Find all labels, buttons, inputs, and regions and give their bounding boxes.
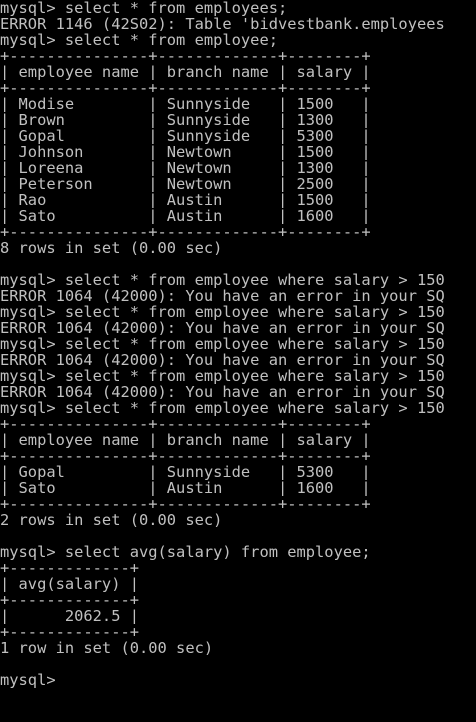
terminal-line: | 2062.5 | bbox=[0, 608, 139, 624]
terminal-line: ERROR 1064 (42000): You have an error in… bbox=[0, 384, 445, 400]
terminal-line: +---------------+-------------+--------+ bbox=[0, 224, 371, 240]
terminal-line: mysql> select * from employee where sala… bbox=[0, 368, 445, 384]
terminal-line: mysql> select * from employee; bbox=[0, 32, 278, 48]
terminal-line: +---------------+-------------+--------+ bbox=[0, 416, 371, 432]
terminal-line: | employee_name | branch_name | salary | bbox=[0, 432, 371, 448]
terminal-line: 1 row in set (0.00 sec) bbox=[0, 640, 214, 656]
terminal-line: +---------------+-------------+--------+ bbox=[0, 496, 371, 512]
terminal-line: mysql> select * from employee where sala… bbox=[0, 400, 445, 416]
prompt-line[interactable]: mysql> bbox=[0, 672, 476, 688]
terminal-line: | Brown | Sunnyside | 1300 | bbox=[0, 112, 371, 128]
terminal-line: mysql> select avg(salary) from employee; bbox=[0, 544, 371, 560]
terminal-line: ERROR 1064 (42000): You have an error in… bbox=[0, 288, 445, 304]
terminal-line: | Sato | Austin | 1600 | bbox=[0, 480, 371, 496]
terminal-output: mysql> select * from employees; ERROR 114… bbox=[0, 0, 476, 688]
terminal-window[interactable]: mysql> select * from employees; ERROR 114… bbox=[0, 0, 476, 722]
terminal-line: mysql> select * from employees; bbox=[0, 0, 288, 16]
terminal-line: mysql> select * from employee where sala… bbox=[0, 336, 445, 352]
terminal-line: | Modise | Sunnyside | 1500 | bbox=[0, 96, 371, 112]
terminal-line: | Rao | Austin | 1500 | bbox=[0, 192, 371, 208]
terminal-line: 8 rows in set (0.00 sec) bbox=[0, 240, 223, 256]
terminal-line: | Loreena | Newtown | 1300 | bbox=[0, 160, 371, 176]
terminal-line: | Sato | Austin | 1600 | bbox=[0, 208, 371, 224]
terminal-line: +-------------+ bbox=[0, 560, 139, 576]
terminal-line: | employee_name | branch_name | salary | bbox=[0, 64, 371, 80]
terminal-line: | Gopal | Sunnyside | 5300 | bbox=[0, 128, 371, 144]
terminal-line: | Gopal | Sunnyside | 5300 | bbox=[0, 464, 371, 480]
terminal-line: +---------------+-------------+--------+ bbox=[0, 80, 371, 96]
terminal-line: | Johnson | Newtown | 1500 | bbox=[0, 144, 371, 160]
terminal-line: | Peterson | Newtown | 2500 | bbox=[0, 176, 371, 192]
terminal-line: | avg(salary) | bbox=[0, 576, 139, 592]
terminal-line: 2 rows in set (0.00 sec) bbox=[0, 512, 223, 528]
terminal-line: +---------------+-------------+--------+ bbox=[0, 448, 371, 464]
terminal-line: +-------------+ bbox=[0, 624, 139, 640]
terminal-line: +---------------+-------------+--------+ bbox=[0, 48, 371, 64]
terminal-line: ERROR 1064 (42000): You have an error in… bbox=[0, 352, 445, 368]
terminal-line: ERROR 1064 (42000): You have an error in… bbox=[0, 320, 445, 336]
terminal-line: +-------------+ bbox=[0, 592, 139, 608]
terminal-line: mysql> select * from employee where sala… bbox=[0, 272, 445, 288]
terminal-line: ERROR 1146 (42S02): Table 'bidvestbank.e… bbox=[0, 16, 445, 32]
terminal-line: mysql> select * from employee where sala… bbox=[0, 304, 445, 320]
